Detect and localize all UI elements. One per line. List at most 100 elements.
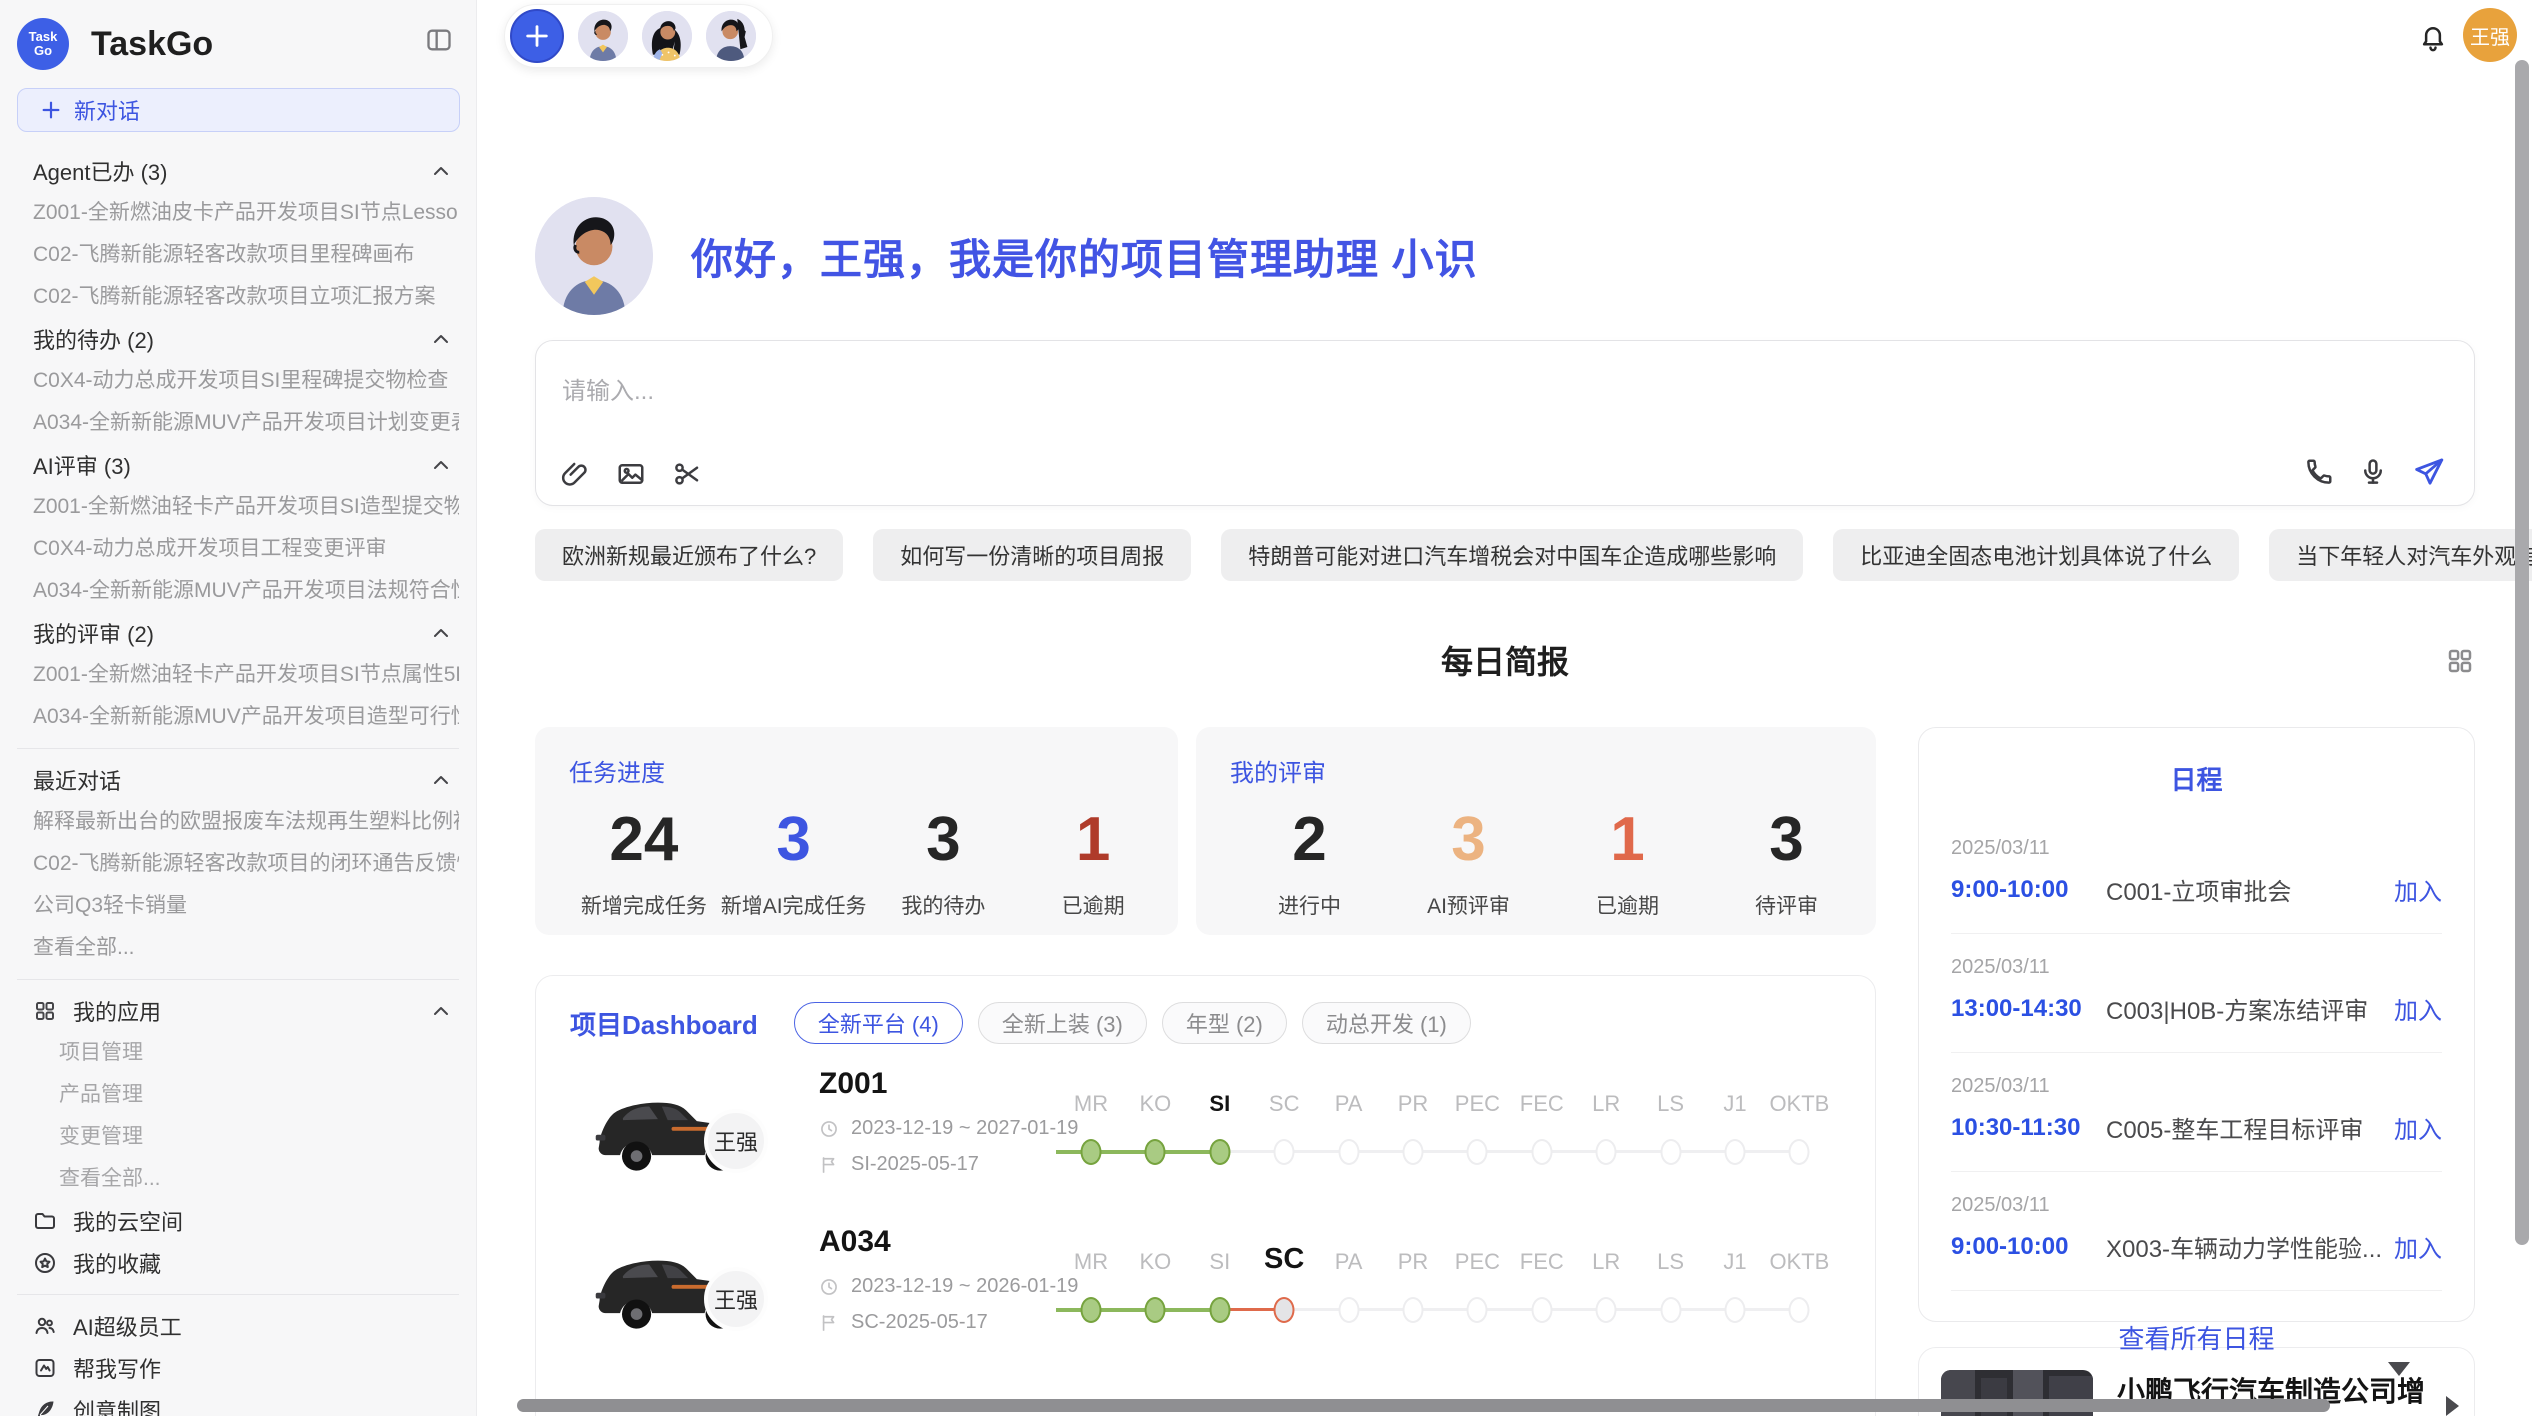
sidebar-collapse-icon[interactable] [425, 26, 453, 54]
milestone-dot [1789, 1297, 1810, 1323]
milestone-dot [1081, 1139, 1102, 1165]
daily-brief-header: 每日简报 [535, 640, 2475, 684]
sidebar-item-app[interactable]: 项目管理 [17, 1032, 459, 1074]
milestone-label: KO [1139, 1249, 1171, 1275]
event-title: C003|H0B-方案冻结评审 [2106, 991, 2394, 1026]
milestone-label: SC [1264, 1243, 1304, 1276]
sidebar-section-header[interactable]: 我的应用 [17, 990, 459, 1032]
sidebar-section-header[interactable]: AI评审 (3) [17, 444, 459, 486]
sidebar-item-task[interactable]: C02-飞腾新能源轻客改款项目立项汇报方案 [17, 276, 459, 318]
user-avatar[interactable]: 王强 [2463, 8, 2517, 62]
stat-value: 2 [1230, 804, 1389, 876]
stat-card: 任务进度24新增完成任务3新增AI完成任务3我的待办1已逾期 [535, 727, 1178, 935]
sidebar-item-star[interactable]: 我的收藏 [17, 1242, 459, 1284]
sidebar-item-folder[interactable]: 我的云空间 [17, 1200, 459, 1242]
clock-icon [819, 1277, 839, 1297]
stat-card: 我的评审2进行中3AI预评审1已逾期3待评审 [1196, 727, 1876, 935]
project-dashboard-card: 项目Dashboard 全新平台 (4)全新上装 (3)年型 (2)动总开发 (… [535, 975, 1876, 1416]
milestone-label: SI [1209, 1091, 1230, 1117]
join-meeting-link[interactable]: 加入 [2394, 991, 2442, 1026]
chev-up-icon [429, 327, 453, 351]
notification-bell-icon[interactable] [2418, 22, 2448, 52]
stat-value: 3 [1707, 804, 1866, 876]
sidebar-divider [17, 748, 459, 749]
sidebar-item-task[interactable]: A034-全新新能源MUV产品开发项目法规符合性评审 [17, 570, 459, 612]
milestone-label: LS [1657, 1249, 1684, 1275]
sidebar-item-task[interactable]: Z001-全新燃油轻卡产品开发项目SI造型提交物评审 [17, 486, 459, 528]
phone-call-icon[interactable] [2304, 457, 2334, 487]
image-upload-icon[interactable] [616, 459, 646, 489]
layout-grid-icon[interactable] [2445, 646, 2475, 676]
microphone-icon[interactable] [2358, 457, 2388, 487]
milestone-stepper: MRKOSISCPAPRPECFECLRLSJ1OKTB [1056, 1229, 1846, 1339]
join-meeting-link[interactable]: 加入 [2394, 872, 2442, 907]
agent-avatar-1[interactable] [578, 11, 628, 61]
milestone-dot [1531, 1297, 1552, 1323]
stats-row: 任务进度24新增完成任务3新增AI完成任务3我的待办1已逾期我的评审2进行中3A… [535, 727, 1876, 935]
app-title: TaskGo [91, 25, 213, 64]
sidebar-item-task[interactable]: Z001-全新燃油轻卡产品开发项目SI节点属性5D文件评审 [17, 654, 459, 696]
filter-pill[interactable]: 全新平台 (4) [794, 1002, 963, 1044]
sidebar-tool-feather[interactable]: 创意制图 [17, 1389, 459, 1416]
left-column: 任务进度24新增完成任务3新增AI完成任务3我的待办1已逾期我的评审2进行中3A… [535, 727, 1876, 1416]
schedule-event: 2025/03/119:00-10:00X003-车辆动力学性能验...加入 [1951, 1172, 2442, 1291]
filter-pill[interactable]: 动总开发 (1) [1302, 1002, 1471, 1044]
stat-value: 3 [719, 804, 869, 876]
composer-placeholder: 请输入... [562, 371, 654, 406]
chev-up-icon [429, 453, 453, 477]
stat-value: 3 [869, 804, 1019, 876]
attachment-icon[interactable] [560, 459, 590, 489]
sidebar-section-header[interactable]: 最近对话 [17, 759, 459, 801]
sidebar-item-recent-chat[interactable]: 解释最新出台的欧盟报废车法规再生塑料比例被调至15%... [17, 801, 459, 843]
sidebar-item-task[interactable]: C0X4-动力总成开发项目工程变更评审 [17, 528, 459, 570]
sidebar-item-task[interactable]: A034-全新新能源MUV产品开发项目造型可行性评审 [17, 696, 459, 738]
milestone-dot [1081, 1297, 1102, 1323]
sidebar-item-task[interactable]: A034-全新新能源MUV产品开发项目计划变更表编写 [17, 402, 459, 444]
project-row: 王强Z0012023-12-19 ~ 2027-01-19SI-2025-05-… [536, 1061, 1875, 1201]
write-icon [33, 1356, 57, 1380]
sidebar-item-task[interactable]: Z001-全新燃油皮卡产品开发项目SI节点Lesson Learn报告 [17, 192, 459, 234]
logo-row: Task Go TaskGo [17, 0, 459, 88]
agent-avatar-2[interactable] [642, 11, 692, 61]
vertical-scrollbar[interactable] [2515, 60, 2529, 1245]
project-milestone-tag: SC-2025-05-17 [819, 1311, 988, 1334]
sidebar-item-app[interactable]: 查看全部... [17, 1158, 459, 1200]
milestone-dot [1789, 1139, 1810, 1165]
filter-pill[interactable]: 年型 (2) [1162, 1002, 1287, 1044]
plus-icon [523, 22, 551, 50]
scroll-right-arrow[interactable] [2446, 1396, 2459, 1416]
screenshot-icon[interactable] [672, 459, 702, 489]
event-row: 13:00-14:30C003|H0B-方案冻结评审加入 [1951, 991, 2442, 1026]
sidebar-item-task[interactable]: C0X4-动力总成开发项目SI里程碑提交物检查 [17, 360, 459, 402]
sidebar-item-app[interactable]: 变更管理 [17, 1116, 459, 1158]
sidebar-divider [17, 979, 459, 980]
sidebar-section-header[interactable]: 我的评审 (2) [17, 612, 459, 654]
sidebar-item-task[interactable]: C02-飞腾新能源轻客改款项目里程碑画布 [17, 234, 459, 276]
scroll-down-arrow[interactable] [2388, 1362, 2410, 1376]
sidebar-tool-write[interactable]: 帮我写作 [17, 1347, 459, 1389]
agent-avatar-3[interactable] [706, 11, 756, 61]
suggestion-chip[interactable]: 比亚迪全固态电池计划具体说了什么 [1833, 529, 2239, 581]
milestone-label: J1 [1723, 1249, 1746, 1275]
message-composer[interactable]: 请输入... [535, 340, 2475, 506]
sidebar-item-app[interactable]: 产品管理 [17, 1074, 459, 1116]
filter-pill[interactable]: 全新上装 (3) [978, 1002, 1147, 1044]
sidebar-item-recent-chat[interactable]: 查看全部... [17, 927, 459, 969]
suggestion-chip[interactable]: 特朗普可能对进口汽车增税会对中国车企造成哪些影响 [1221, 529, 1803, 581]
event-time: 13:00-14:30 [1951, 995, 2106, 1023]
sidebar-tool-users[interactable]: AI超级员工 [17, 1305, 459, 1347]
send-icon[interactable] [2412, 455, 2446, 489]
horizontal-scrollbar[interactable] [517, 1399, 2330, 1412]
add-agent-button[interactable] [510, 9, 564, 63]
sidebar-section-header[interactable]: 我的待办 (2) [17, 318, 459, 360]
sidebar-item-recent-chat[interactable]: 公司Q3轻卡销量 [17, 885, 459, 927]
new-chat-button[interactable]: 新对话 [17, 88, 460, 132]
schedule-card: 日程 2025/03/119:00-10:00C001-立项审批会加入2025/… [1918, 727, 2475, 1322]
suggestion-chip[interactable]: 欧洲新规最近颁布了什么? [535, 529, 843, 581]
suggestion-chip[interactable]: 当下年轻人对汽车外观有怎样的喜好趋势 [2269, 529, 2532, 581]
sidebar-item-recent-chat[interactable]: C02-飞腾新能源轻客改款项目的闭环通告反馈情况 [17, 843, 459, 885]
suggestion-chip[interactable]: 如何写一份清晰的项目周报 [873, 529, 1191, 581]
sidebar-section-header[interactable]: Agent已办 (3) [17, 150, 459, 192]
join-meeting-link[interactable]: 加入 [2394, 1229, 2442, 1264]
join-meeting-link[interactable]: 加入 [2394, 1110, 2442, 1145]
